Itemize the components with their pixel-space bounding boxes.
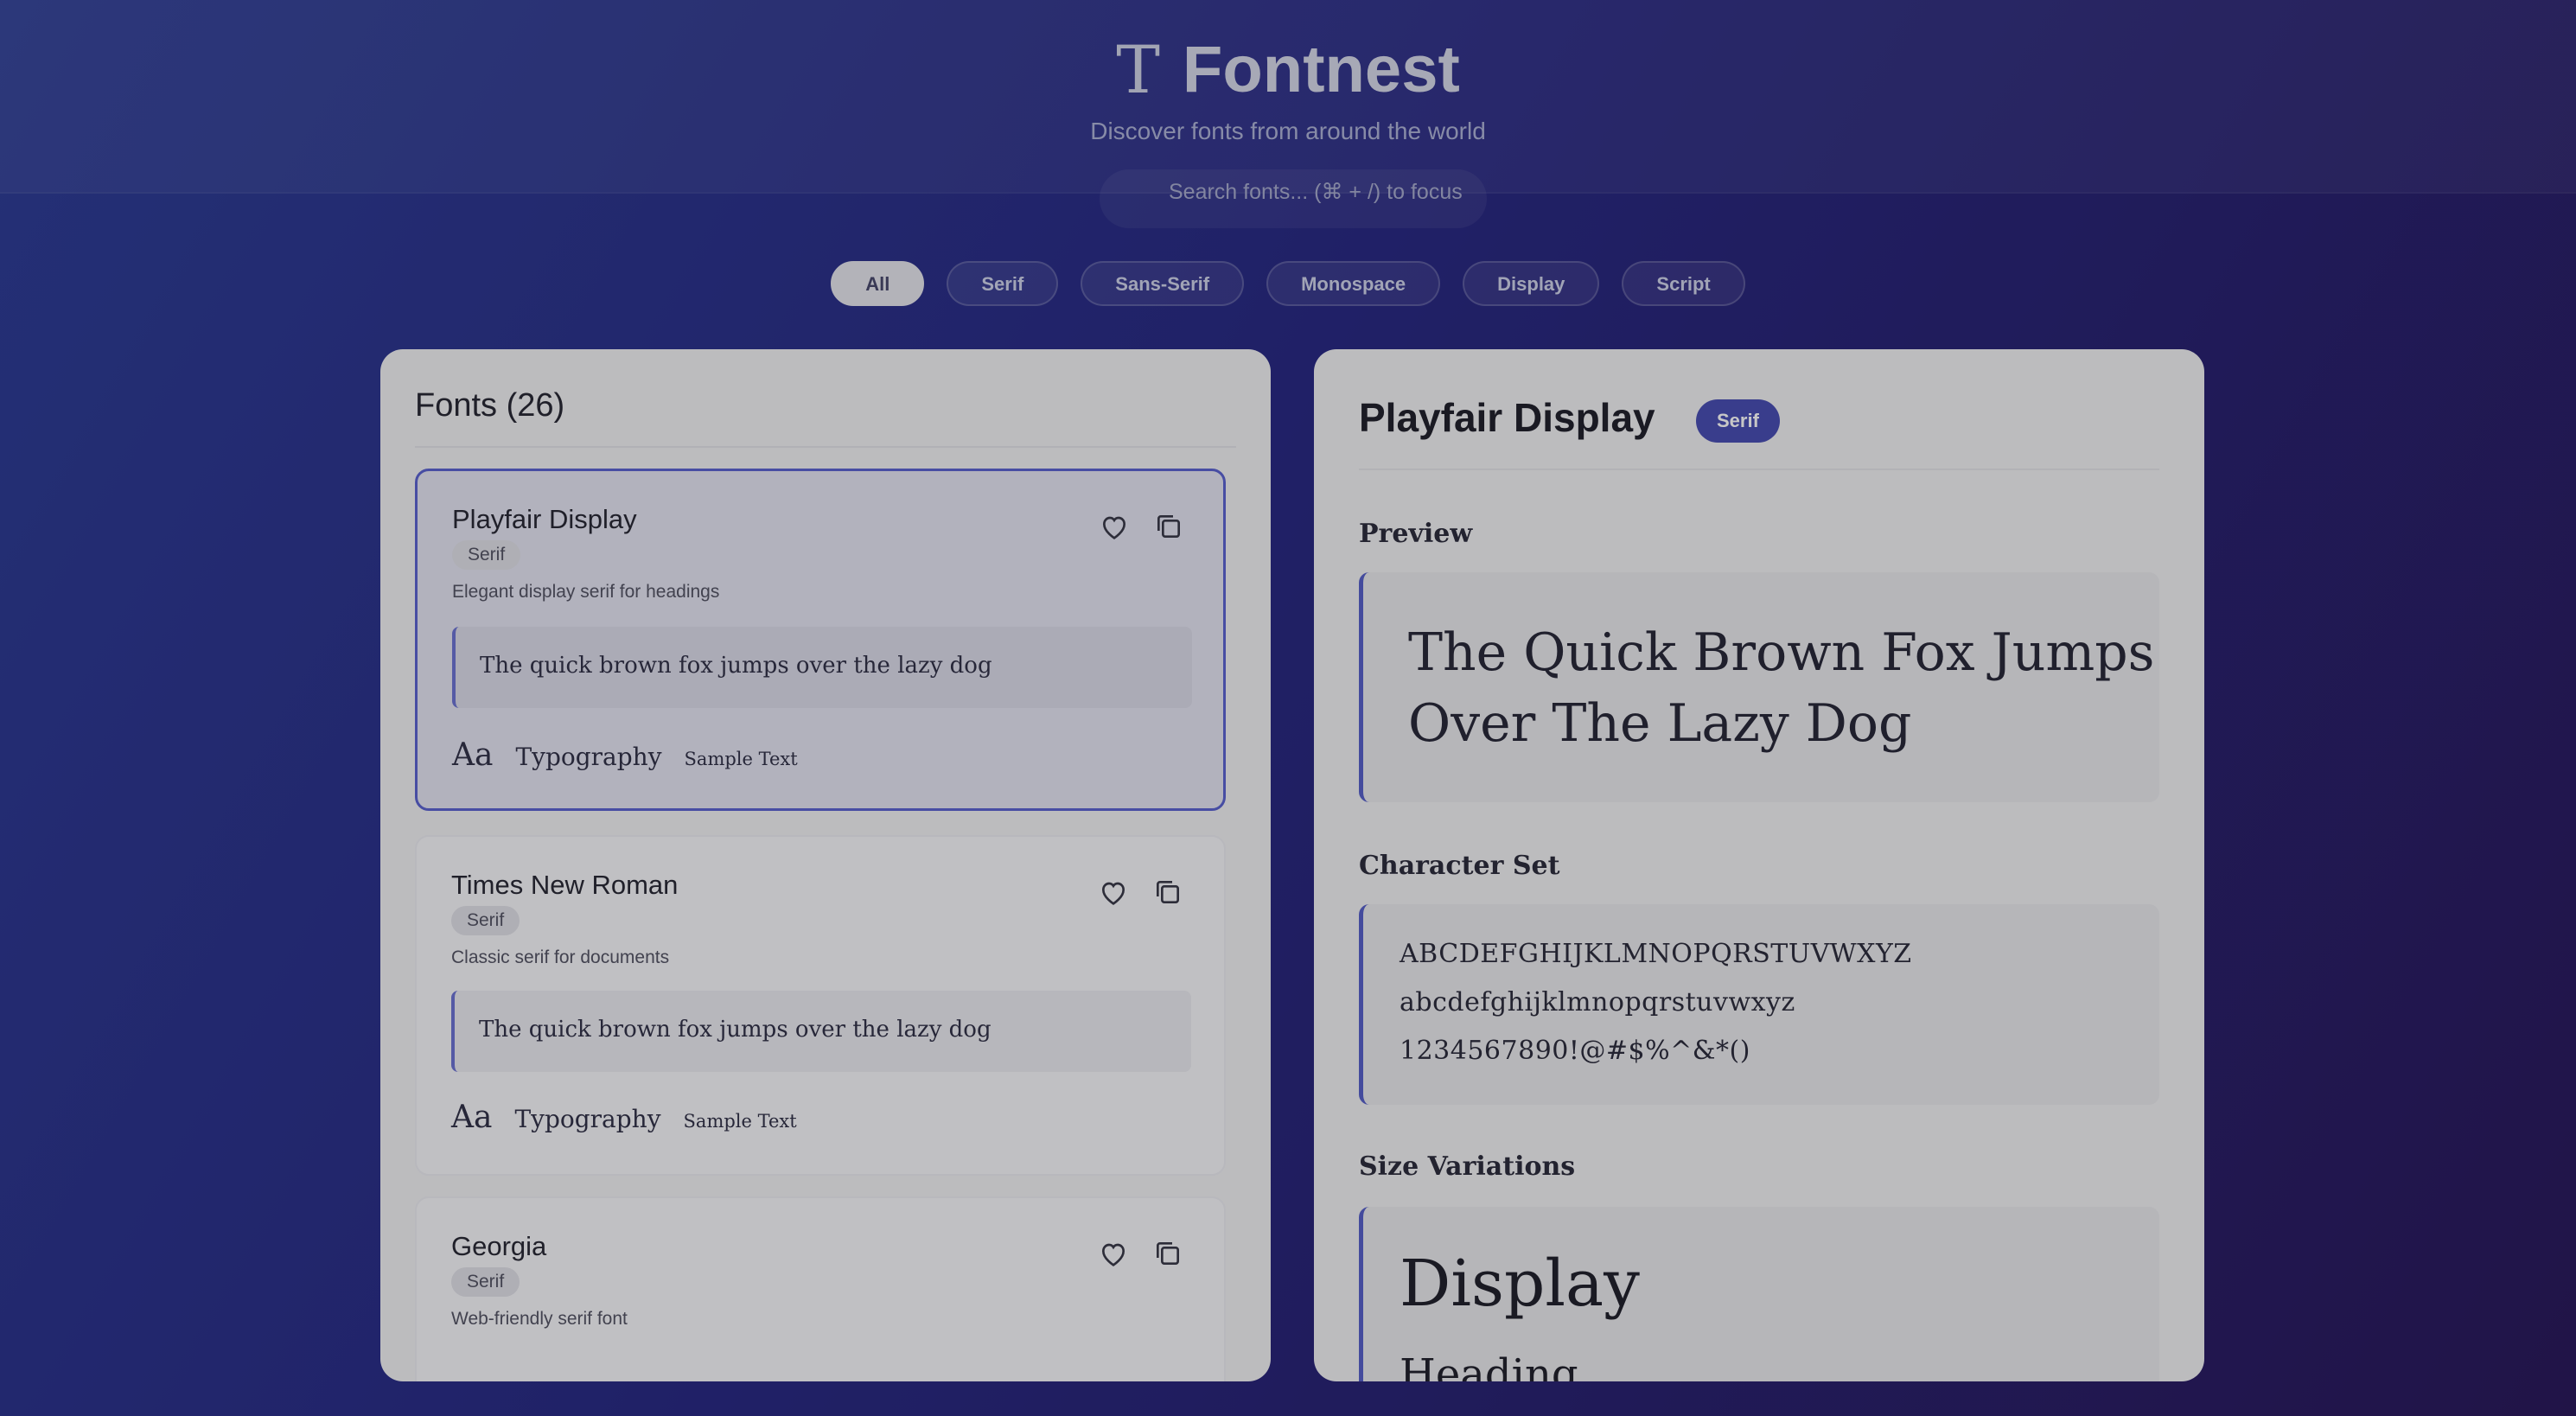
font-specimen: Aa Typography Sample Text	[452, 737, 798, 773]
type-logo-icon: T	[1116, 31, 1160, 108]
font-detail-panel: Playfair Display Serif Preview The Quick…	[1314, 349, 2204, 1381]
sample-sentence: The quick brown fox jumps over the lazy …	[451, 991, 1191, 1072]
category-badge: Serif	[451, 1267, 520, 1297]
font-name: Times New Roman	[451, 870, 679, 900]
character-set-label: Character Set	[1359, 851, 1560, 881]
font-specimen: Aa Typography Sample Text	[451, 1100, 797, 1135]
specimen-sample-text: Sample Text	[683, 1111, 797, 1132]
fonts-list-panel: Fonts (26) Playfair Display Serif Elegan…	[380, 349, 1271, 1381]
size-variations-box: Display Heading	[1359, 1207, 2159, 1381]
font-description: Elegant display serif for headings	[452, 582, 720, 602]
divider	[415, 446, 1236, 448]
preview-line-1: The Quick Brown Fox Jumps	[1408, 622, 2155, 683]
divider	[1359, 469, 2159, 470]
specimen-typography: Typography	[514, 1105, 661, 1133]
character-set-box: ABCDEFGHIJKLMNOPQRSTUVWXYZ abcdefghijklm…	[1359, 904, 2159, 1105]
copy-icon[interactable]	[1151, 875, 1185, 909]
preview-box: The Quick Brown Fox Jumps Over The Lazy …	[1359, 572, 2159, 802]
search-input[interactable]: Search fonts... (⌘ + /) to focus	[1100, 169, 1487, 228]
favorite-heart-icon[interactable]	[1097, 509, 1132, 544]
font-description: Classic serif for documents	[451, 947, 670, 967]
font-card-georgia[interactable]: Georgia Serif Web-friendly serif font	[415, 1196, 1226, 1381]
font-card-times-new-roman[interactable]: Times New Roman Serif Classic serif for …	[415, 835, 1226, 1176]
category-badge: Serif	[451, 906, 520, 935]
copy-icon[interactable]	[1151, 1236, 1185, 1271]
copy-icon[interactable]	[1151, 509, 1186, 544]
font-card-playfair-display[interactable]: Playfair Display Serif Elegant display s…	[415, 469, 1226, 811]
size-variations-label: Size Variations	[1359, 1151, 1576, 1182]
preview-label: Preview	[1359, 519, 1473, 549]
filter-monospace[interactable]: Monospace	[1266, 261, 1441, 306]
app-title: Fontnest	[1182, 33, 1460, 106]
category-filters: All Serif Sans-Serif Monospace Display Script	[0, 261, 2576, 306]
filter-all[interactable]: All	[831, 261, 925, 306]
specimen-typography: Typography	[515, 743, 662, 771]
brand: T Fontnest	[0, 31, 2576, 109]
favorite-heart-icon[interactable]	[1096, 875, 1131, 909]
size-heading-sample: Heading	[1400, 1350, 1578, 1381]
detail-category-badge: Serif	[1696, 399, 1780, 443]
font-name: Playfair Display	[452, 504, 637, 534]
filter-serif[interactable]: Serif	[947, 261, 1059, 306]
fonts-heading: Fonts (26)	[415, 387, 565, 424]
specimen-sample-text: Sample Text	[684, 749, 798, 769]
filter-display[interactable]: Display	[1463, 261, 1600, 306]
specimen-aa: Aa	[451, 1100, 493, 1135]
favorite-heart-icon[interactable]	[1096, 1236, 1131, 1271]
font-description: Web-friendly serif font	[451, 1309, 628, 1329]
font-name: Georgia	[451, 1231, 547, 1261]
preview-line-2: Over The Lazy Dog	[1408, 693, 1912, 754]
charset-lowercase: abcdefghijklmnopqrstuvwxyz	[1400, 987, 1795, 1017]
filter-script[interactable]: Script	[1622, 261, 1745, 306]
size-display-sample: Display	[1400, 1247, 1640, 1321]
app-header: T Fontnest Discover fonts from around the…	[0, 0, 2576, 194]
app-subtitle: Discover fonts from around the world	[1090, 118, 1486, 144]
sample-sentence: The quick brown fox jumps over the lazy …	[452, 627, 1192, 708]
detail-font-name: Playfair Display	[1359, 395, 1655, 440]
charset-digits-symbols: 1234567890!@#$%^&*()	[1400, 1036, 1750, 1066]
category-badge: Serif	[452, 540, 521, 570]
charset-uppercase: ABCDEFGHIJKLMNOPQRSTUVWXYZ	[1400, 939, 1912, 969]
filter-sans-serif[interactable]: Sans-Serif	[1081, 261, 1245, 306]
specimen-aa: Aa	[452, 737, 494, 773]
preview-text: The Quick Brown Fox Jumps Over The Lazy …	[1408, 617, 2154, 759]
